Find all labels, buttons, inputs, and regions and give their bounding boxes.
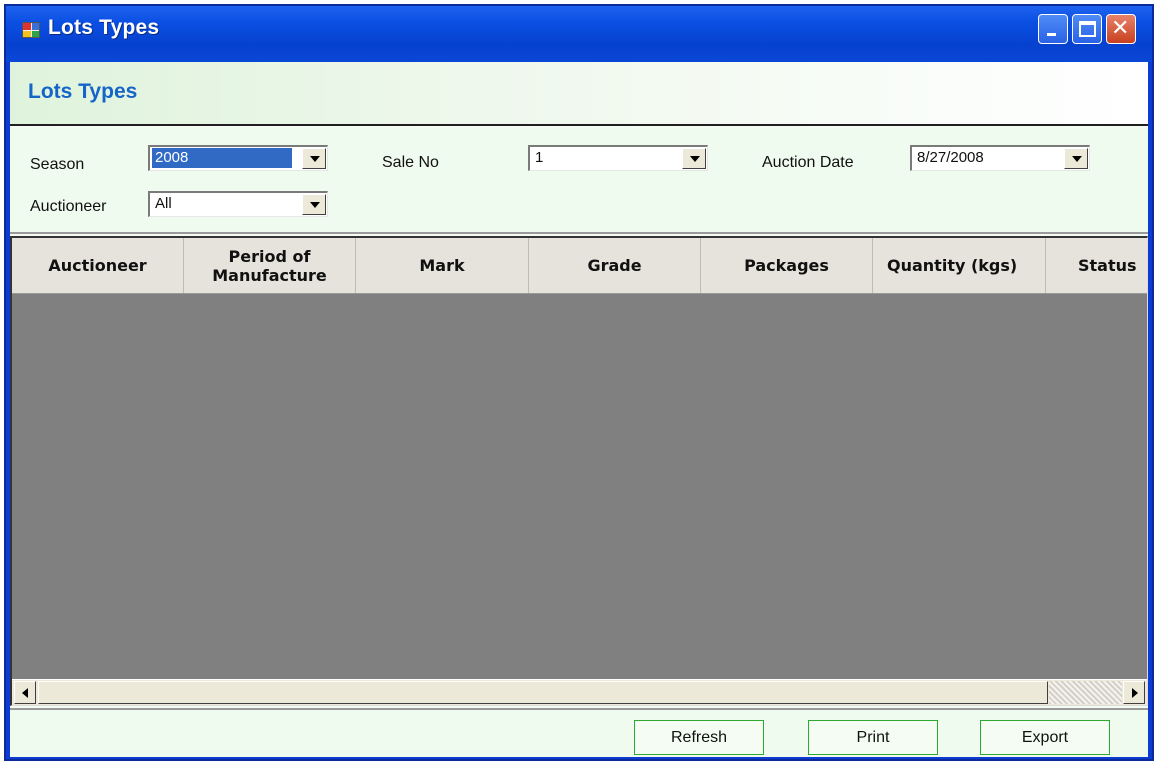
maximize-icon	[1079, 21, 1096, 37]
scrollbar-track[interactable]	[1049, 681, 1122, 704]
sale-no-combo[interactable]: 1	[528, 145, 708, 171]
minimize-icon	[1047, 33, 1056, 36]
season-dropdown-arrow-icon[interactable]	[302, 148, 326, 169]
scroll-right-icon[interactable]	[1123, 681, 1145, 704]
auction-date-combo[interactable]: 8/27/2008	[910, 145, 1090, 171]
auction-date-label: Auction Date	[762, 154, 854, 171]
form-app-icon[interactable]	[22, 22, 40, 38]
sale-no-dropdown-arrow-icon[interactable]	[682, 148, 706, 169]
season-label: Season	[30, 156, 85, 173]
season-value: 2008	[152, 148, 292, 168]
horizontal-scrollbar[interactable]	[12, 679, 1147, 705]
season-combo[interactable]: 2008	[148, 145, 328, 171]
auctioneer-label: Auctioneer	[30, 198, 107, 215]
form-client-area: Lots Types Season 2008 Sale No 1 Auction…	[10, 62, 1148, 757]
grid-header: Auctioneer Period of Manufacture Mark Gr…	[12, 238, 1147, 294]
scroll-left-icon[interactable]	[14, 681, 36, 704]
footer-bar: Refresh Print Export	[10, 708, 1148, 757]
filter-panel: Season 2008 Sale No 1 Auction Date 8/27/…	[10, 128, 1148, 234]
window-title: Lots Types	[48, 16, 160, 39]
lots-grid[interactable]: Auctioneer Period of Manufacture Mark Gr…	[10, 236, 1148, 706]
column-header-quantity[interactable]: Quantity (kgs)	[873, 238, 1046, 293]
sale-no-value: 1	[535, 149, 544, 166]
column-header-grade[interactable]: Grade	[529, 238, 701, 293]
auction-date-dropdown-arrow-icon[interactable]	[1064, 148, 1088, 169]
minimize-button[interactable]	[1038, 14, 1068, 44]
export-button[interactable]: Export	[980, 720, 1110, 755]
refresh-button[interactable]: Refresh	[634, 720, 764, 755]
title-bar[interactable]: Lots Types ✕	[6, 6, 1152, 62]
column-header-period-of-manufacture[interactable]: Period of Manufacture	[184, 238, 356, 293]
sale-no-label: Sale No	[382, 154, 439, 171]
column-header-mark[interactable]: Mark	[356, 238, 529, 293]
page-title: Lots Types	[28, 80, 138, 103]
auction-date-value: 8/27/2008	[917, 149, 984, 166]
column-header-packages[interactable]: Packages	[701, 238, 873, 293]
auctioneer-value: All	[155, 195, 172, 212]
header-band: Lots Types	[10, 62, 1148, 126]
column-header-status[interactable]: Status	[1046, 238, 1147, 293]
close-button[interactable]: ✕	[1106, 14, 1136, 44]
scrollbar-thumb[interactable]	[38, 681, 1048, 704]
lots-types-window: Lots Types ✕ Lots Types Season 2008 Sale…	[4, 4, 1154, 761]
column-header-period-label: Period of Manufacture	[212, 246, 327, 285]
print-button[interactable]: Print	[808, 720, 938, 755]
column-header-auctioneer[interactable]: Auctioneer	[12, 238, 184, 293]
maximize-button[interactable]	[1072, 14, 1102, 44]
auctioneer-dropdown-arrow-icon[interactable]	[302, 194, 326, 215]
auctioneer-combo[interactable]: All	[148, 191, 328, 217]
close-icon: ✕	[1111, 16, 1130, 41]
